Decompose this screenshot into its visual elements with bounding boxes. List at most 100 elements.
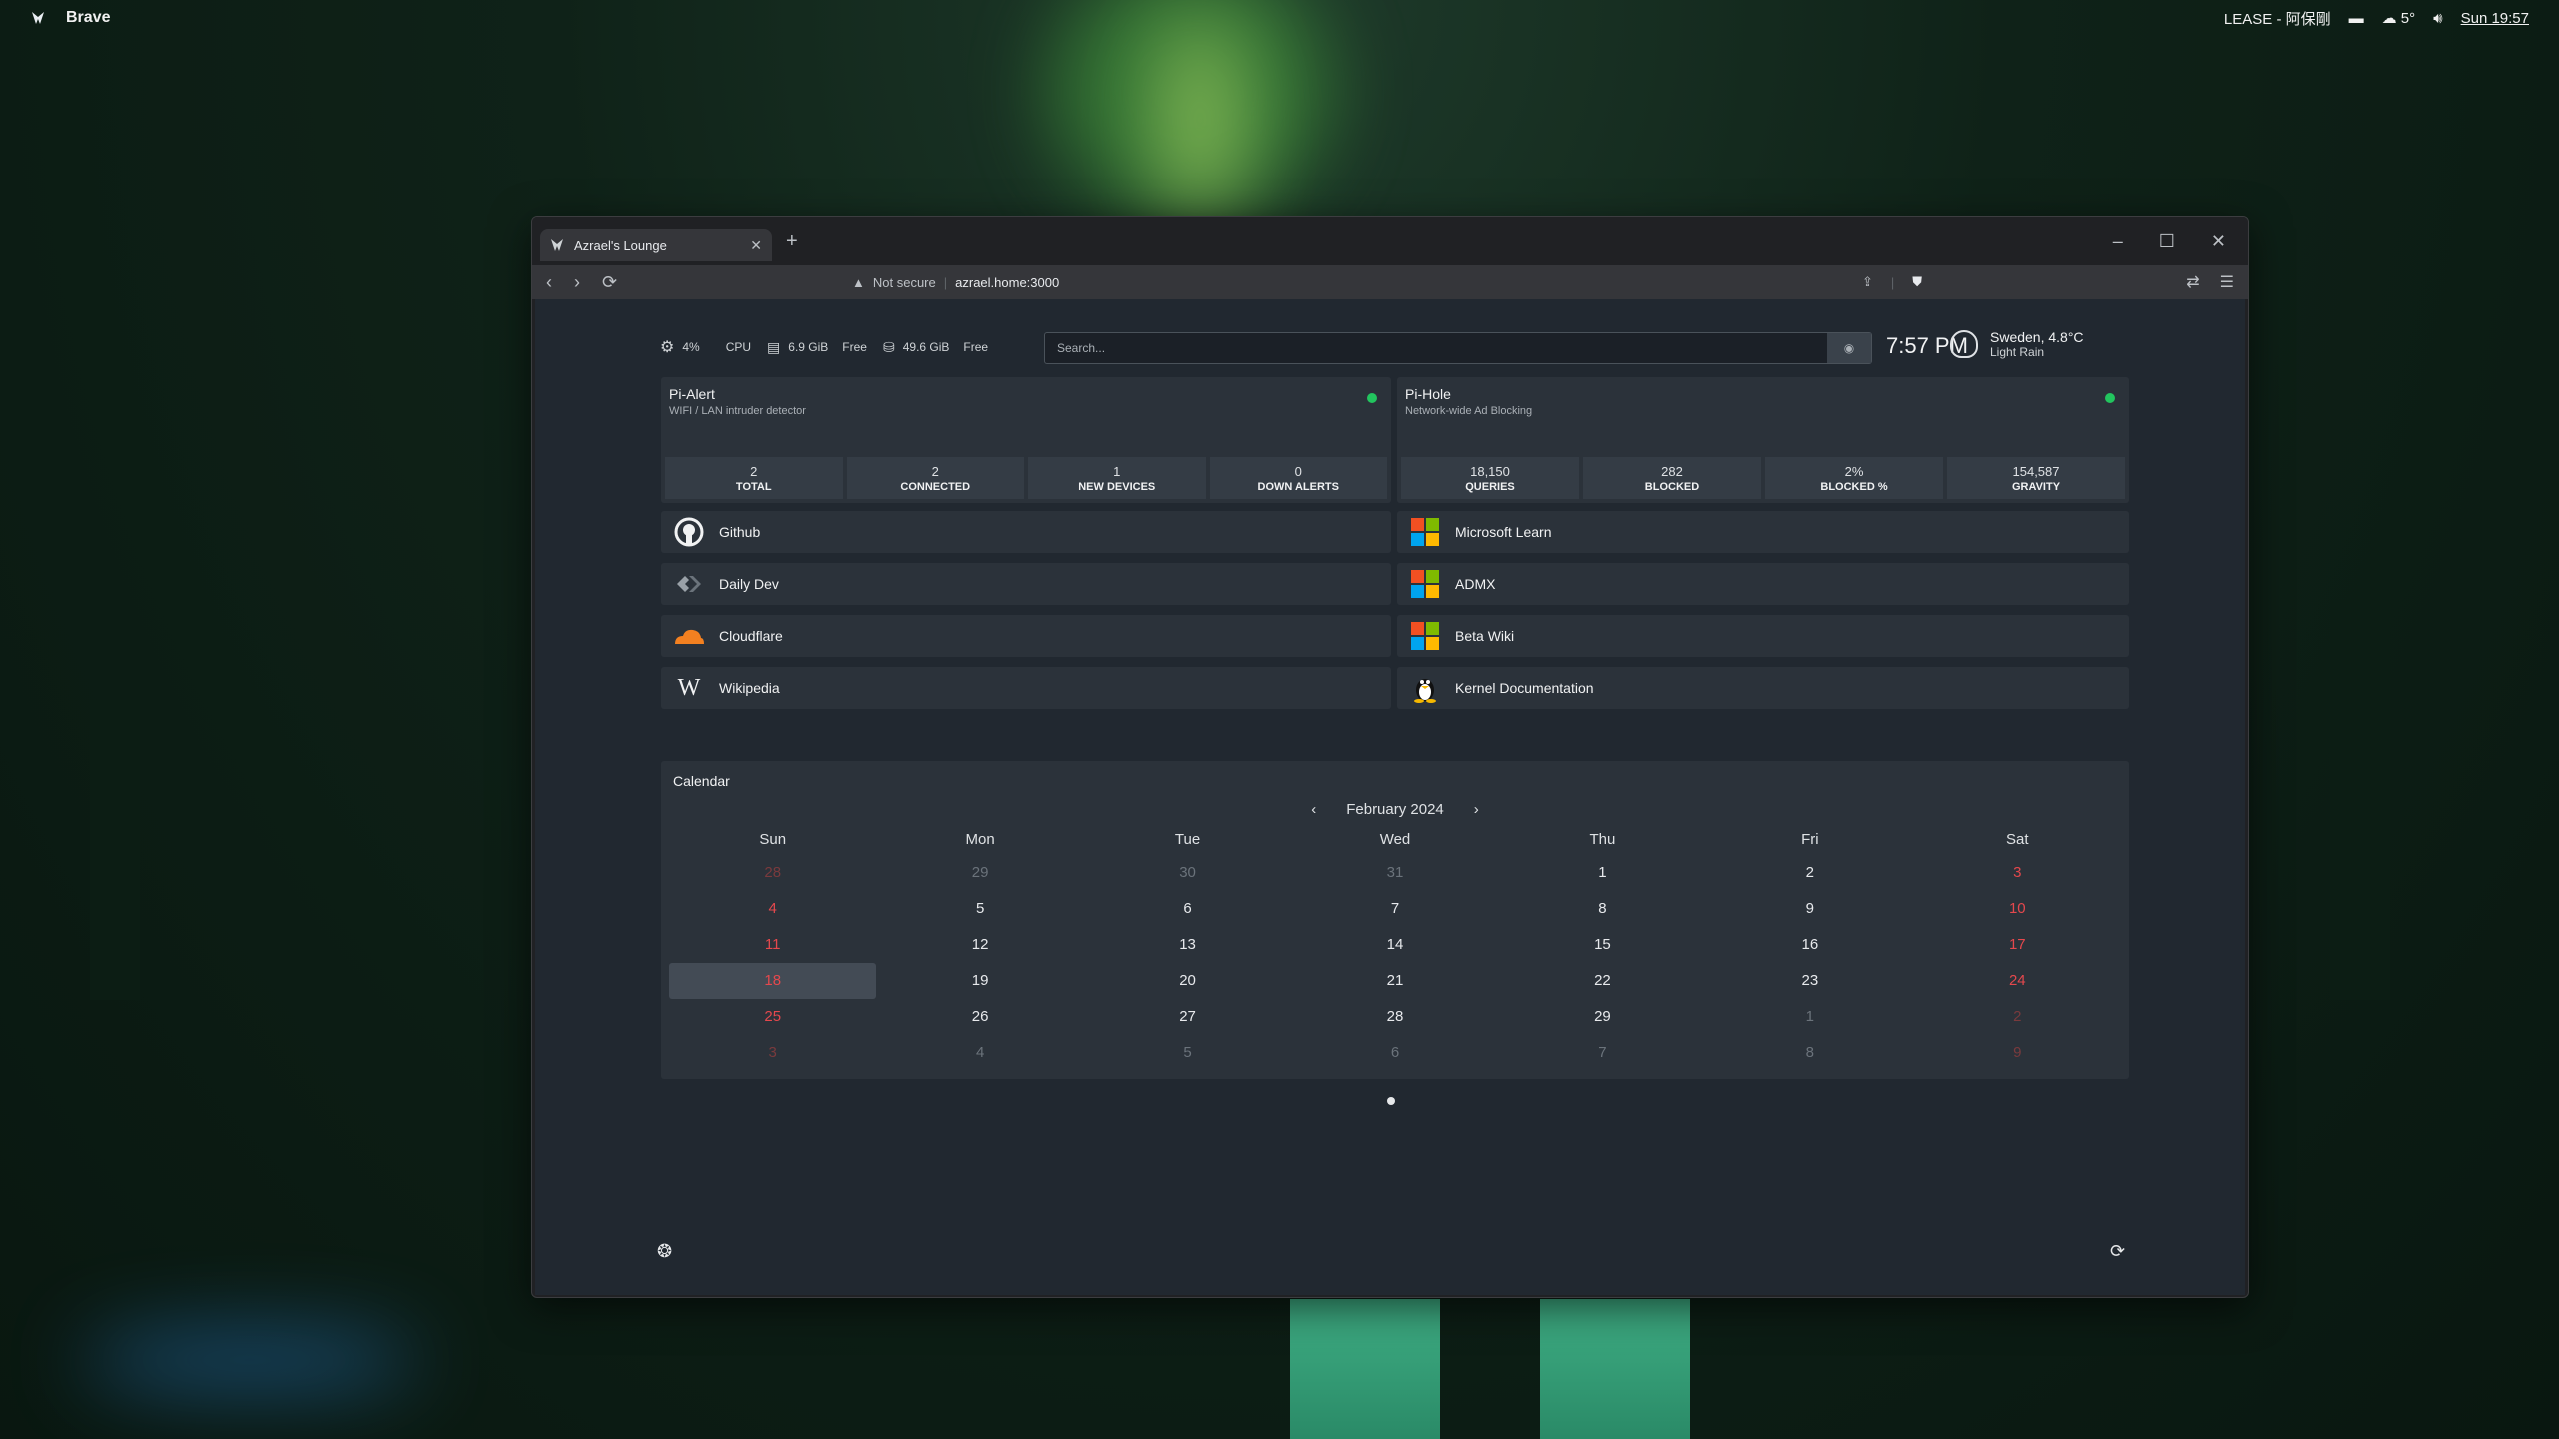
search-engine-button[interactable]: ◉ (1827, 333, 1871, 363)
omnibox-divider: | (1890, 274, 1895, 290)
calendar-day[interactable]: 20 (1084, 963, 1291, 999)
url-text[interactable]: azrael.home:3000 (955, 275, 1059, 290)
notification-icon[interactable]: ▬ (2349, 10, 2364, 27)
calendar-day[interactable]: 14 (1291, 927, 1498, 963)
calendar-day[interactable]: 29 (876, 855, 1083, 891)
palette-settings-icon[interactable]: ❂ (657, 1241, 672, 1262)
tray-weather[interactable]: ☁ 5° (2382, 9, 2416, 27)
calendar-day[interactable]: 7 (1499, 1035, 1706, 1071)
search-input[interactable]: Search... (1057, 341, 1105, 355)
microsoft-icon (1409, 568, 1441, 600)
calendar-day[interactable]: 28 (1291, 999, 1498, 1035)
calendar-day[interactable]: 4 (876, 1035, 1083, 1071)
calendar-day[interactable]: 28 (669, 855, 876, 891)
cpu-icon: ⚙ (660, 339, 675, 356)
calendar-day[interactable]: 13 (1084, 927, 1291, 963)
calendar-day[interactable]: 23 (1706, 963, 1913, 999)
calendar-day[interactable]: 1 (1499, 855, 1706, 891)
bookmark-beta-wiki[interactable]: Beta Wiki (1397, 615, 2129, 657)
metric-label: GRAVITY (2011, 480, 2061, 493)
system-clock[interactable]: Sun 19:57 (2461, 10, 2529, 27)
new-tab-button[interactable]: + (786, 230, 798, 253)
bookmark-label: Kernel Documentation (1455, 680, 1594, 696)
menu-icon[interactable]: ☰ (2220, 272, 2234, 292)
calendar-day[interactable]: 26 (876, 999, 1083, 1035)
active-app-name[interactable]: Brave (66, 9, 110, 27)
metric-label: BLOCKED % (1820, 480, 1888, 493)
sync-icon[interactable]: ⇄ (2186, 272, 2199, 292)
calendar-day[interactable]: 15 (1499, 927, 1706, 963)
calendar-day[interactable]: 8 (1499, 891, 1706, 927)
forward-button[interactable]: › (574, 272, 580, 293)
calendar-day[interactable]: 11 (669, 927, 876, 963)
calendar-day[interactable]: 9 (1706, 891, 1913, 927)
brave-shields-icon[interactable]: ⛊ (1912, 274, 1922, 290)
maximize-button[interactable]: ☐ (2159, 231, 2175, 252)
disk-label: Free (963, 340, 989, 354)
calendar-day[interactable]: 31 (1291, 855, 1498, 891)
reload-button[interactable]: ⟳ (602, 272, 617, 293)
bookmark-kernel-documentation[interactable]: Kernel Documentation (1397, 667, 2129, 709)
tab-close-icon[interactable]: ✕ (750, 237, 762, 254)
bookmark-label: Cloudflare (719, 628, 783, 644)
share-icon[interactable]: ⇪ (1862, 274, 1873, 290)
calendar-day[interactable]: 19 (876, 963, 1083, 999)
calendar-day[interactable]: 6 (1291, 1035, 1498, 1071)
calendar-day[interactable]: 16 (1706, 927, 1913, 963)
calendar-day[interactable]: 9 (1914, 1035, 2121, 1071)
search-bar[interactable]: Search... ◉ (1044, 332, 1872, 364)
bookmark-cloudflare[interactable]: Cloudflare (661, 615, 1391, 657)
calendar-day[interactable]: 8 (1706, 1035, 1913, 1071)
calendar-day[interactable]: 10 (1914, 891, 2121, 927)
calendar-day[interactable]: 5 (876, 891, 1083, 927)
weekday-header: Sat (2006, 831, 2029, 848)
next-month-button[interactable]: › (1474, 801, 1479, 818)
metric-total: 2 TOTAL (665, 457, 843, 499)
calendar-day[interactable]: 29 (1499, 999, 1706, 1035)
metric-value: 282 (1661, 463, 1683, 479)
calendar-day[interactable]: 17 (1914, 927, 2121, 963)
metric-gravity: 154,587 GRAVITY (1947, 457, 2125, 499)
omnibox-separator: | (943, 274, 948, 290)
calendar-day[interactable]: 21 (1291, 963, 1498, 999)
bookmark-wikipedia[interactable]: W Wikipedia (661, 667, 1391, 709)
tray-weather-temp: 5° (2400, 10, 2416, 27)
calendar-day[interactable]: 1 (1706, 999, 1913, 1035)
bookmark-microsoft-learn[interactable]: Microsoft Learn (1397, 511, 2129, 553)
address-bar[interactable]: ▲ Not secure | azrael.home:3000 (852, 275, 1059, 290)
calendar-day[interactable]: 2 (1706, 855, 1913, 891)
prev-month-button[interactable]: ‹ (1311, 801, 1316, 818)
calendar-day[interactable]: 3 (1914, 855, 2121, 891)
calendar-day[interactable]: 27 (1084, 999, 1291, 1035)
metric-queries: 18,150 QUERIES (1401, 457, 1579, 499)
page-indicator-dot[interactable] (1387, 1097, 1395, 1105)
bookmark-daily-dev[interactable]: Daily Dev (661, 563, 1391, 605)
calendar-day[interactable]: 30 (1084, 855, 1291, 891)
calendar-day[interactable]: 24 (1914, 963, 2121, 999)
calendar-day[interactable]: 5 (1084, 1035, 1291, 1071)
bookmark-github[interactable]: Github (661, 511, 1391, 553)
back-button[interactable]: ‹ (546, 272, 552, 293)
calendar-day[interactable]: 22 (1499, 963, 1706, 999)
keyboard-layout-indicator[interactable]: LEASE - 阿保剛 (2224, 8, 2331, 29)
calendar-day[interactable]: 25 (669, 999, 876, 1035)
calendar-day[interactable]: 2 (1914, 999, 2121, 1035)
tab-favicon-icon (551, 239, 563, 251)
volume-icon[interactable]: 🔊︎ (2433, 10, 2442, 27)
brave-app-icon[interactable] (30, 10, 46, 26)
minimize-button[interactable]: – (2113, 231, 2123, 252)
service-card-pi-hole[interactable]: Pi-Hole Network-wide Ad Blocking 18,150 Q… (1397, 377, 2129, 503)
metric-blocked: 282 BLOCKED (1583, 457, 1761, 499)
cloudflare-icon (673, 620, 705, 652)
service-card-pi-alert[interactable]: Pi-Alert WIFI / LAN intruder detector 2T… (661, 377, 1391, 503)
calendar-day[interactable]: 6 (1084, 891, 1291, 927)
calendar-day[interactable]: 3 (669, 1035, 876, 1071)
tab-azraels-lounge[interactable]: Azrael's Lounge ✕ (540, 229, 772, 261)
calendar-day[interactable]: 7 (1291, 891, 1498, 927)
bookmark-admx[interactable]: ADMX (1397, 563, 2129, 605)
calendar-day[interactable]: 4 (669, 891, 876, 927)
calendar-day[interactable]: 12 (876, 927, 1083, 963)
calendar-day-today[interactable]: 18 (669, 963, 877, 999)
refresh-icon[interactable]: ⟳ (2110, 1241, 2125, 1262)
close-window-button[interactable]: ✕ (2211, 231, 2226, 252)
